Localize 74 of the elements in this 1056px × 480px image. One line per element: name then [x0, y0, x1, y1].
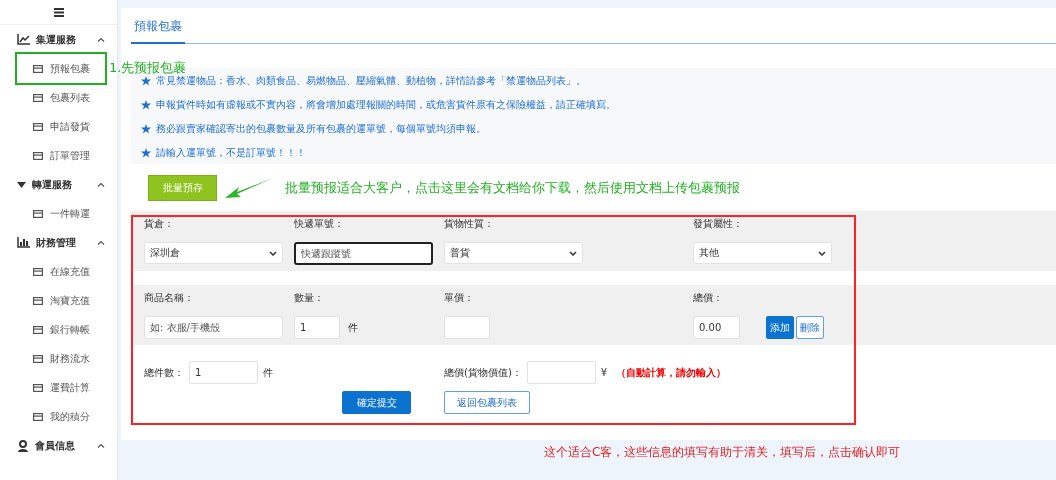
field-label: 商品名稱： — [144, 291, 195, 305]
chevron-down-icon — [569, 250, 577, 256]
sidebar-group[interactable]: 財務管理 — [0, 228, 117, 257]
group-title: 轉運服務 — [32, 177, 73, 192]
tab[interactable]: 預報包裹 — [131, 14, 185, 44]
sidebar-item[interactable]: 財務流水 — [17, 344, 105, 373]
row-action-button[interactable]: 添加 — [766, 316, 794, 339]
sidebar-group[interactable]: 會員信息 — [0, 431, 117, 460]
sidebar-item[interactable]: 我的積分 — [17, 402, 105, 431]
card-icon — [33, 122, 43, 131]
menu-icon[interactable] — [53, 7, 64, 17]
sidebar-item[interactable]: 訂單管理 — [17, 141, 105, 170]
chevron-down-icon — [269, 250, 277, 256]
card-icon — [33, 151, 43, 160]
user-icon — [17, 439, 29, 452]
unit-label: 件 — [263, 365, 273, 380]
field-label: 總件數： — [144, 365, 184, 380]
card-icon — [33, 64, 43, 73]
chart-line-icon — [17, 34, 30, 45]
card-icon — [33, 354, 43, 363]
sidebar-item[interactable]: 一件轉運 — [17, 199, 105, 228]
field-label: 發貨屬性： — [693, 217, 744, 231]
card-icon — [33, 412, 43, 421]
select-field[interactable]: 普貨 — [444, 242, 583, 264]
input-field[interactable]: 快遞跟蹤號 — [294, 242, 433, 265]
star-icon — [141, 148, 151, 158]
sidebar-item[interactable]: 申請發貨 — [17, 112, 105, 141]
sidebar-item[interactable]: 銀行轉帳 — [17, 315, 105, 344]
field-label: 總價(貨物價值)： — [444, 365, 522, 380]
star-icon — [141, 124, 151, 134]
sidebar-item[interactable]: 淘寶充值 — [17, 286, 105, 315]
sidebar-group[interactable]: 集運服務 — [0, 25, 117, 54]
notice-text: 務必跟賣家確認寄出的包裹數量及所有包裹的運單號，每個單號均須申報。 — [156, 122, 486, 136]
input-field[interactable]: 1 — [189, 361, 258, 384]
field-label: 貨物性質： — [444, 217, 495, 231]
caret-down-icon — [17, 181, 26, 188]
sidebar-group[interactable]: 轉運服務 — [0, 170, 117, 199]
card-icon — [33, 383, 43, 392]
star-icon — [141, 76, 151, 86]
group-title: 集運服務 — [36, 32, 77, 47]
bar-chart-icon — [17, 237, 30, 248]
unit-label: 件 — [348, 320, 358, 335]
form-button[interactable]: 返回包裹列表 — [444, 391, 530, 414]
annotation-text: 这个适合C客，这些信息的填写有助于清关，填写后，点击确认即可 — [543, 444, 902, 461]
input-field[interactable]: 1 — [294, 316, 340, 339]
field-label: 總價： — [693, 291, 724, 305]
field-label: 數量： — [294, 291, 325, 305]
select-field[interactable]: 深圳倉 — [144, 242, 283, 264]
input-field[interactable]: 0.00 — [693, 316, 740, 339]
select-field[interactable]: 其他 — [693, 242, 832, 264]
star-icon — [141, 100, 151, 110]
field-label: 貨倉： — [144, 217, 175, 231]
notice-text: 請輸入運單號，不是訂單號！！！ — [156, 146, 306, 160]
card-icon — [33, 267, 43, 276]
annotation-text: 1.先预报包裹 — [109, 59, 187, 75]
card-icon — [33, 296, 43, 305]
group-title: 會員信息 — [35, 438, 76, 453]
sidebar-item[interactable]: 在線充值 — [17, 257, 105, 286]
sidebar-item[interactable]: 運費計算 — [17, 373, 105, 402]
row-action-button[interactable]: 刪除 — [796, 316, 824, 339]
group-title: 財務管理 — [36, 235, 77, 250]
card-icon — [33, 93, 43, 102]
card-icon — [33, 209, 43, 218]
chevron-down-icon — [818, 250, 826, 256]
form-button[interactable]: 確定提交 — [342, 391, 411, 414]
notice-text: 申報貨件時如有虛報或不實內容，將會增加處理報關的時間，或危害貨件原有之保險權益，請正確填寫。 — [156, 98, 616, 112]
auto-calc-note: （自動計算，請勿輸入） — [616, 365, 727, 380]
field-label: 快遞單號： — [294, 217, 345, 231]
card-icon — [33, 325, 43, 334]
notice-text: 常見禁運物品：香水、肉類食品、易燃物品、壓縮氣體、動植物，詳情請參考「禁運物品列表」。 — [156, 74, 586, 88]
field-label: 單價： — [444, 291, 475, 305]
sidebar-item[interactable]: 包裹列表 — [17, 83, 105, 112]
currency-label: ¥ — [600, 367, 608, 378]
annotation-text: 批量预报适合大客户，点击这里会有文档给你下载，然后使用文档上传包裹预报 — [285, 179, 740, 197]
